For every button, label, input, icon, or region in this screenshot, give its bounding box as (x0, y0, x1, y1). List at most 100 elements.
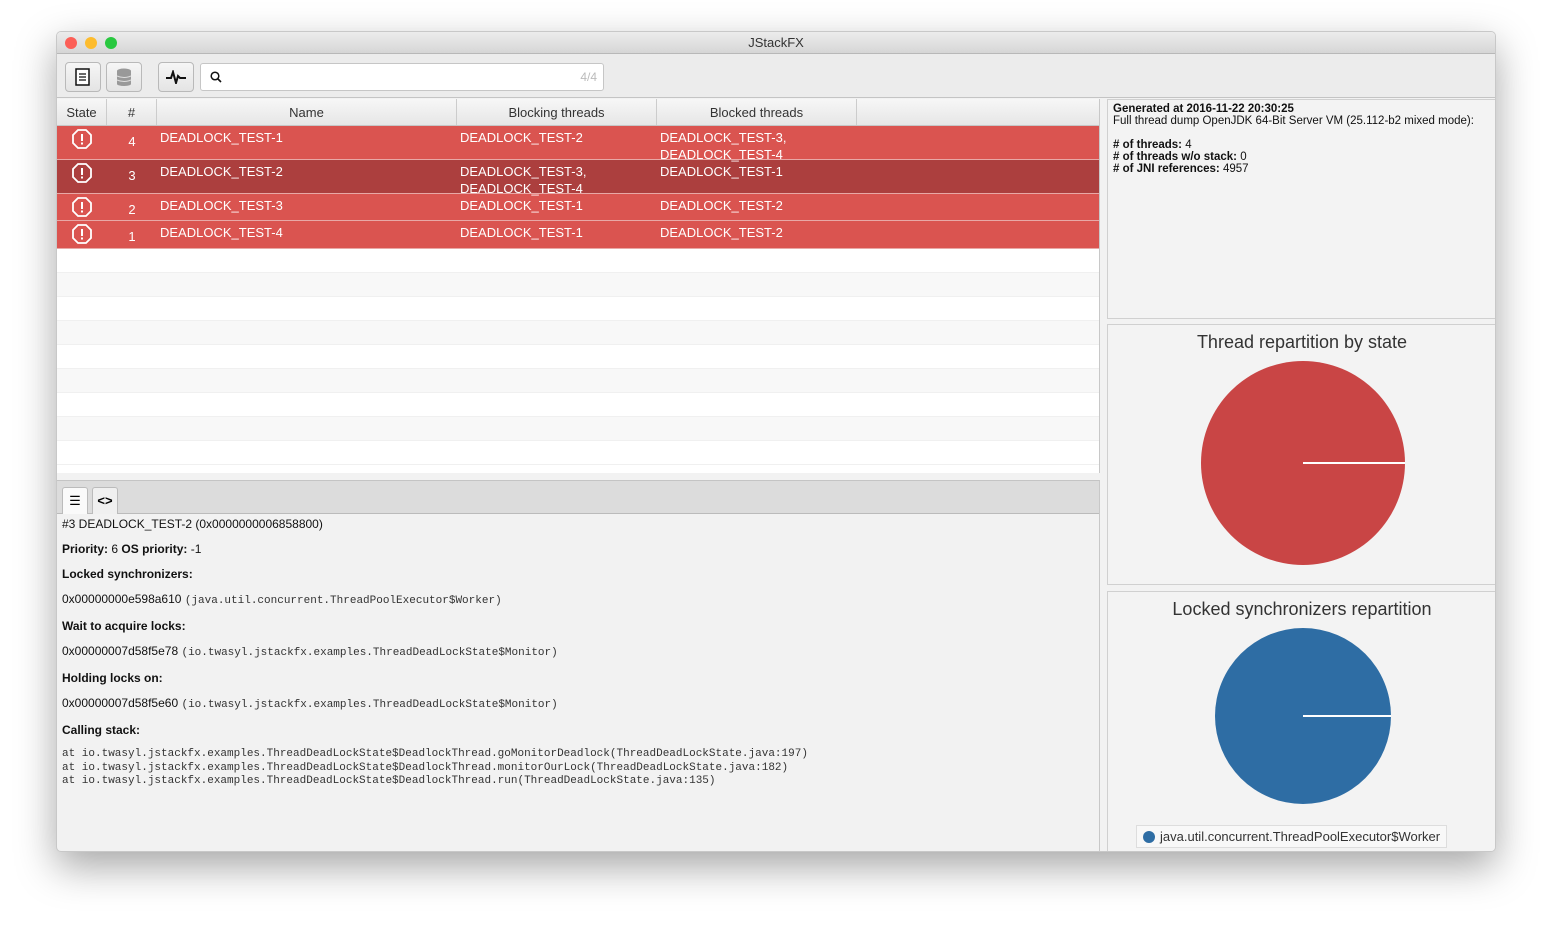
column-name[interactable]: Name (157, 99, 457, 125)
thread-details-panel: ☰ <> #3 DEADLOCK_TEST-2 (0x0000000006858… (57, 480, 1100, 851)
stack-label: Calling stack: (62, 723, 141, 737)
minimize-button[interactable] (85, 37, 97, 49)
search-icon (210, 71, 222, 83)
blocking-cell: DEADLOCK_TEST-1 (460, 198, 583, 213)
pie-svg (1201, 361, 1405, 565)
database-icon (116, 68, 132, 86)
table-row[interactable]: 2 DEADLOCK_TEST-3 DEADLOCK_TEST-1 DEADLOCK_… (57, 194, 1099, 221)
match-count: 4/4 (580, 70, 597, 84)
jni-count: 4957 (1222, 163, 1249, 175)
legend-label: java.util.concurrent.ThreadPoolExecutor$… (1160, 829, 1441, 844)
state-cell (57, 221, 107, 248)
name-cell: DEADLOCK_TEST-3 (160, 198, 283, 213)
column-blocked[interactable]: Blocked threads (657, 99, 857, 125)
database-button[interactable] (106, 62, 142, 92)
name-cell: DEADLOCK_TEST-2 (160, 164, 283, 179)
nostack-count: 0 (1240, 151, 1247, 163)
empty-row (57, 393, 1099, 417)
num-cell: 3 (128, 168, 136, 183)
legend-swatch (1143, 830, 1155, 843)
chart-title: Locked synchronizers repartition (1172, 599, 1432, 619)
wait-class: (io.twasyl.jstackfx.examples.ThreadDeadL… (181, 647, 558, 659)
document-icon (75, 68, 90, 86)
generated-at: Generated at 2016-11-22 20:30:25 (1113, 103, 1294, 115)
empty-row (57, 441, 1099, 465)
num-cell: 4 (128, 134, 136, 149)
blocked-cell: DEADLOCK_TEST-1 (660, 164, 783, 179)
search-input[interactable]: 4/4 (200, 63, 604, 91)
details-tabs: ☰ <> (57, 481, 1099, 514)
holding-label: Holding locks on: (62, 671, 163, 685)
empty-row (57, 417, 1099, 441)
empty-row (57, 297, 1099, 321)
chart-title: Thread repartition by state (1196, 332, 1408, 352)
wait-label: Wait to acquire locks: (62, 619, 186, 633)
jni-label: # of JNI references: (1113, 163, 1220, 175)
sync-pie-chart: Locked synchronizers repartition java.ut… (1107, 591, 1495, 851)
maximize-button[interactable] (105, 37, 117, 49)
list-icon: ☰ (69, 493, 81, 508)
name-cell: DEADLOCK_TEST-1 (160, 130, 283, 145)
num-cell: 2 (128, 202, 136, 217)
table-row[interactable]: 4 DEADLOCK_TEST-1 DEADLOCK_TEST-2 DEADLOCK_… (57, 126, 1099, 162)
os-priority-value: -1 (190, 542, 202, 556)
table-row[interactable]: 3 DEADLOCK_TEST-2 DEADLOCK_TEST-3, DEADLOC… (57, 160, 1099, 196)
pulse-button[interactable] (158, 62, 194, 92)
warning-icon (72, 197, 92, 217)
empty-row (57, 321, 1099, 345)
locked-sync-class: (java.util.concurrent.ThreadPoolExecutor… (184, 595, 502, 607)
dump-info: Generated at 2016-11-22 20:30:25 Full th… (1107, 99, 1495, 319)
tab-source[interactable]: <> (92, 487, 118, 514)
open-file-button[interactable] (65, 62, 101, 92)
holding-address: 0x00000007d58f5e60 (62, 696, 179, 710)
thread-header: #3 DEADLOCK_TEST-2 (0x0000000006858800) (62, 517, 323, 531)
nostack-label: # of threads w/o stack: (1113, 151, 1237, 163)
empty-row (57, 273, 1099, 297)
locked-sync-address: 0x00000000e598a610 (62, 592, 182, 606)
empty-row (57, 369, 1099, 393)
priority-label: Priority: (62, 542, 109, 556)
column-blocking[interactable]: Blocking threads (457, 99, 657, 125)
app-window: JStackFX 4/4 State # Name Blocking threa… (56, 31, 1496, 852)
threads-count: 4 (1185, 139, 1192, 151)
title-bar: JStackFX (57, 32, 1495, 54)
warning-icon (72, 129, 92, 149)
locked-sync-label: Locked synchronizers: (62, 567, 193, 581)
state-cell (57, 194, 107, 220)
state-pie-chart: Thread repartition by state (1107, 324, 1495, 585)
column-state[interactable]: State (57, 99, 107, 125)
empty-row (57, 345, 1099, 369)
table-header: State # Name Blocking threads Blocked th… (57, 99, 1099, 126)
state-cell (57, 160, 107, 193)
wait-address: 0x00000007d58f5e78 (62, 644, 179, 658)
toolbar: 4/4 (57, 54, 1495, 98)
pie-svg (1215, 628, 1391, 804)
code-icon: <> (97, 493, 113, 508)
blocking-cell: DEADLOCK_TEST-1 (460, 225, 583, 240)
blocked-cell: DEADLOCK_TEST-2 (660, 198, 783, 213)
calling-stack: at io.twasyl.jstackfx.examples.ThreadDea… (62, 748, 1094, 789)
column-number[interactable]: # (107, 99, 157, 125)
pulse-icon (166, 70, 186, 84)
tab-details[interactable]: ☰ (62, 487, 88, 514)
stack-frame: at io.twasyl.jstackfx.examples.ThreadDea… (62, 748, 808, 760)
chart-legend: java.util.concurrent.ThreadPoolExecutor$… (1136, 825, 1448, 848)
state-cell (57, 126, 107, 159)
warning-icon (72, 224, 92, 244)
threads-label: # of threads: (1113, 139, 1183, 151)
dump-description: Full thread dump OpenJDK 64-Bit Server V… (1113, 115, 1474, 127)
stack-frame: at io.twasyl.jstackfx.examples.ThreadDea… (62, 775, 716, 787)
blocking-cell: DEADLOCK_TEST-3, DEADLOCK_TEST-4 (460, 164, 587, 196)
name-cell: DEADLOCK_TEST-4 (160, 225, 283, 240)
os-priority-label: OS priority: (121, 542, 188, 556)
table-row[interactable]: 1 DEADLOCK_TEST-4 DEADLOCK_TEST-1 DEADLOCK_… (57, 221, 1099, 249)
details-content: #3 DEADLOCK_TEST-2 (0x0000000006858800) … (57, 514, 1099, 792)
warning-icon (72, 163, 92, 183)
close-button[interactable] (65, 37, 77, 49)
summary-panel: Generated at 2016-11-22 20:30:25 Full th… (1107, 99, 1495, 851)
num-cell: 1 (128, 229, 136, 244)
threads-table: State # Name Blocking threads Blocked th… (57, 99, 1100, 473)
window-title: JStackFX (748, 35, 804, 50)
empty-row (57, 249, 1099, 273)
blocking-cell: DEADLOCK_TEST-2 (460, 130, 583, 145)
